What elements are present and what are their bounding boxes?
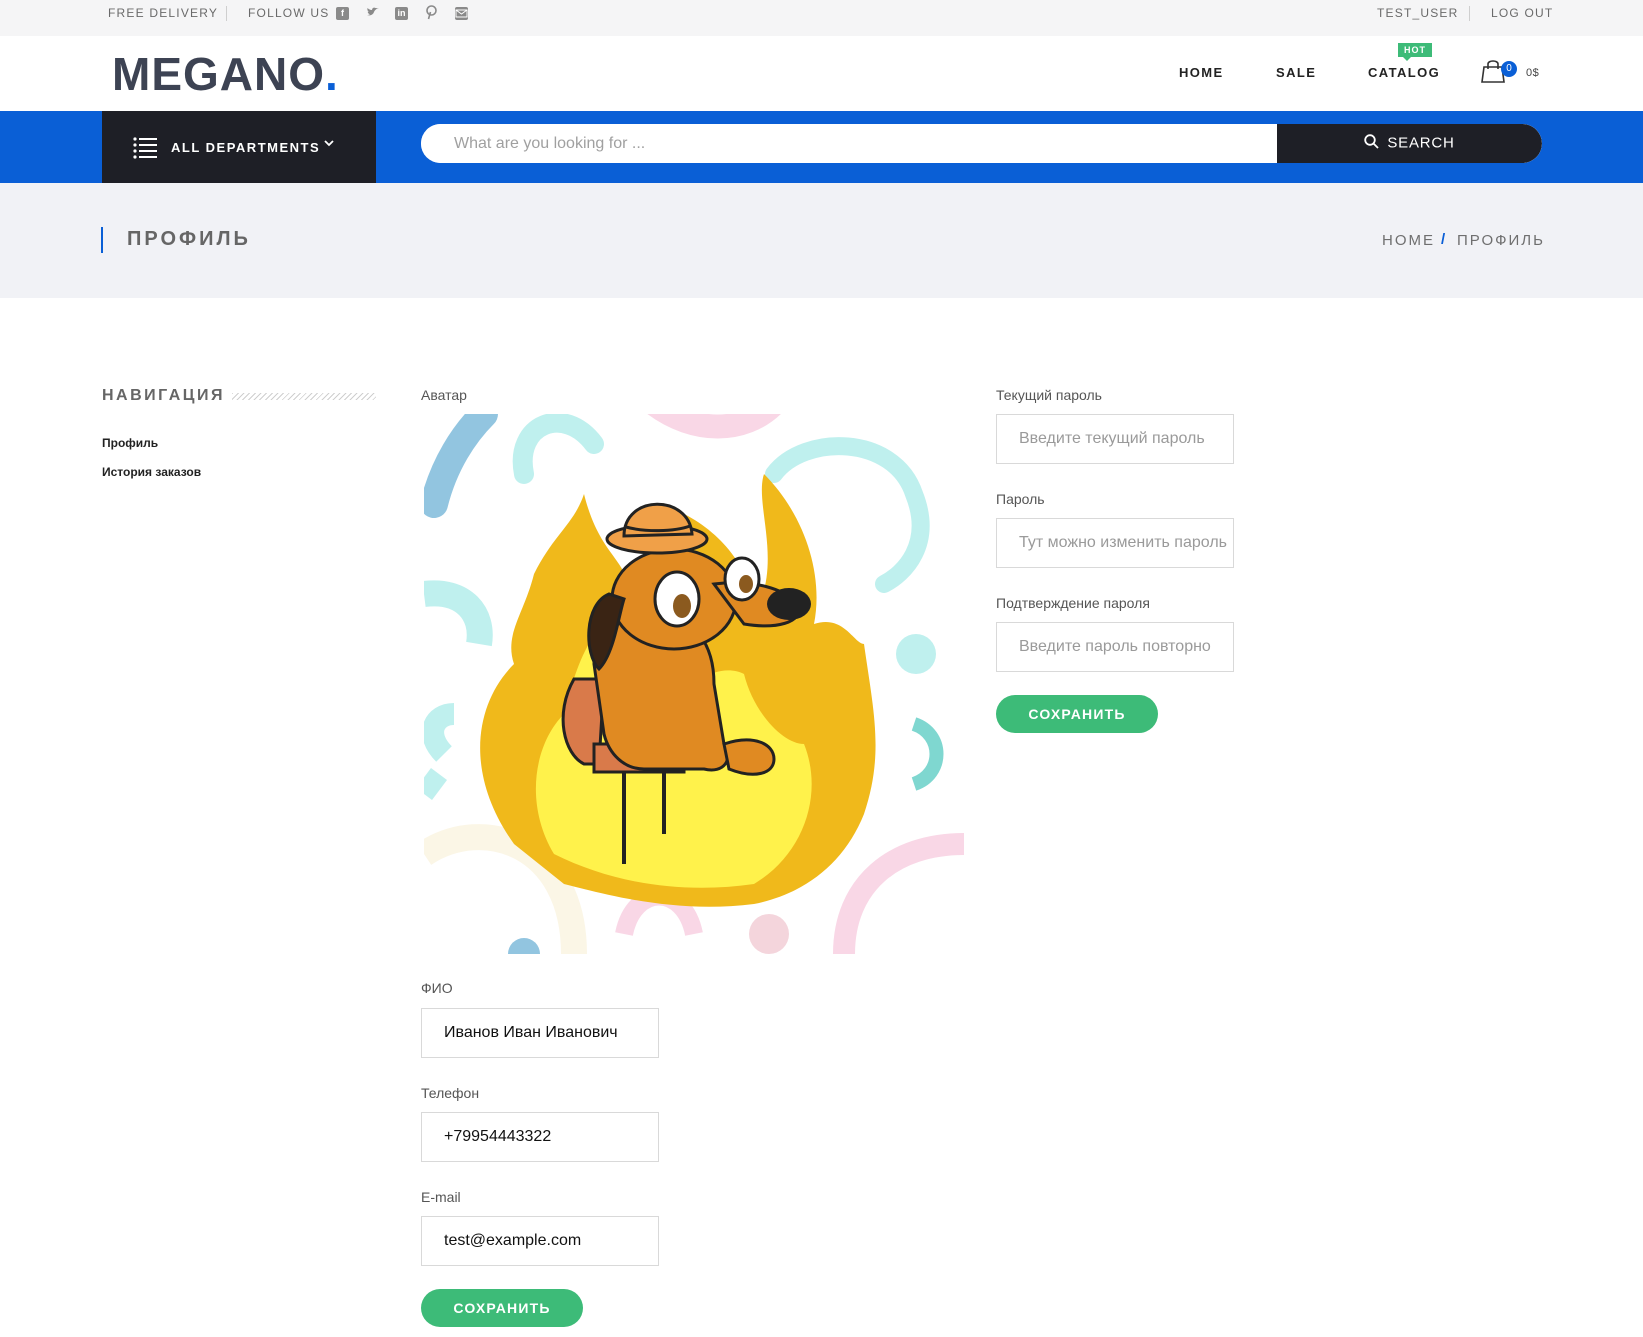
page-title-bar: ПРОФИЛЬ HOME / ПРОФИЛЬ xyxy=(0,183,1643,298)
title-accent-bar xyxy=(101,227,103,253)
search-button-label: SEARCH xyxy=(1387,134,1455,152)
main-header: MEGANO. HOME SALE CATALOG HOT 0 0$ xyxy=(0,36,1643,111)
avatar-image[interactable] xyxy=(424,414,964,954)
search-icon xyxy=(1364,134,1379,153)
twitter-icon[interactable] xyxy=(366,5,379,18)
search-form: SEARCH xyxy=(421,124,1542,163)
confirm-password-label: Подтверждение пароля xyxy=(996,595,1150,611)
fio-input[interactable] xyxy=(421,1008,659,1058)
email-input[interactable] xyxy=(421,1216,659,1266)
current-password-input[interactable] xyxy=(996,414,1234,464)
hot-badge: HOT xyxy=(1398,43,1432,61)
sidebar-item-order-history[interactable]: История заказов xyxy=(102,465,201,479)
logo-text: MEGANO xyxy=(112,48,325,100)
linkedin-icon[interactable]: in xyxy=(395,7,408,20)
all-departments-label: ALL DEPARTMENTS xyxy=(171,140,321,155)
sidebar-title: НАВИГАЦИЯ xyxy=(102,387,225,404)
page-title: ПРОФИЛЬ xyxy=(127,228,251,250)
divider xyxy=(1469,6,1470,21)
nav-sale[interactable]: SALE xyxy=(1276,65,1316,80)
nav-home[interactable]: HOME xyxy=(1179,65,1224,80)
current-password-label: Текущий пароль xyxy=(996,387,1102,403)
free-delivery-text: FREE DELIVERY xyxy=(108,6,219,20)
search-input[interactable] xyxy=(421,124,1277,163)
top-bar: FREE DELIVERY FOLLOW US f in TEST_USER L… xyxy=(0,0,1643,36)
breadcrumb-separator: / xyxy=(1441,231,1446,248)
email-label: E-mail xyxy=(421,1189,461,1205)
logo-dot: . xyxy=(325,48,339,100)
password-label: Пароль xyxy=(996,491,1045,507)
divider xyxy=(226,6,227,21)
follow-us-text: FOLLOW US xyxy=(248,6,330,20)
logout-link[interactable]: LOG OUT xyxy=(1491,6,1553,20)
phone-label: Телефон xyxy=(421,1085,480,1101)
sidebar-title-decoration xyxy=(232,393,376,400)
breadcrumb-current: ПРОФИЛЬ xyxy=(1457,232,1545,249)
chevron-down-icon xyxy=(324,137,334,151)
cart-count-badge: 0 xyxy=(1501,61,1517,77)
sidebar-item-profile[interactable]: Профиль xyxy=(102,436,158,450)
save-profile-button[interactable]: СОХРАНИТЬ xyxy=(421,1289,583,1327)
pinterest-icon[interactable] xyxy=(425,5,438,20)
username-link[interactable]: TEST_USER xyxy=(1377,6,1458,20)
search-bar-row: ALL DEPARTMENTS SEARCH xyxy=(0,111,1643,183)
facebook-icon[interactable]: f xyxy=(336,7,349,20)
all-departments-button[interactable]: ALL DEPARTMENTS xyxy=(102,111,376,183)
search-button[interactable]: SEARCH xyxy=(1277,124,1542,163)
nav-catalog[interactable]: CATALOG xyxy=(1368,65,1440,80)
fio-label: ФИО xyxy=(421,980,453,996)
password-input[interactable] xyxy=(996,518,1234,568)
confirm-password-input[interactable] xyxy=(996,622,1234,672)
phone-input[interactable] xyxy=(421,1112,659,1162)
save-password-button[interactable]: СОХРАНИТЬ xyxy=(996,695,1158,733)
logo[interactable]: MEGANO. xyxy=(112,47,339,101)
breadcrumb-home[interactable]: HOME xyxy=(1382,232,1435,249)
avatar-label: Аватар xyxy=(421,387,467,403)
mail-icon[interactable] xyxy=(455,7,468,20)
menu-icon xyxy=(133,137,157,159)
cart-total: 0$ xyxy=(1526,67,1540,79)
